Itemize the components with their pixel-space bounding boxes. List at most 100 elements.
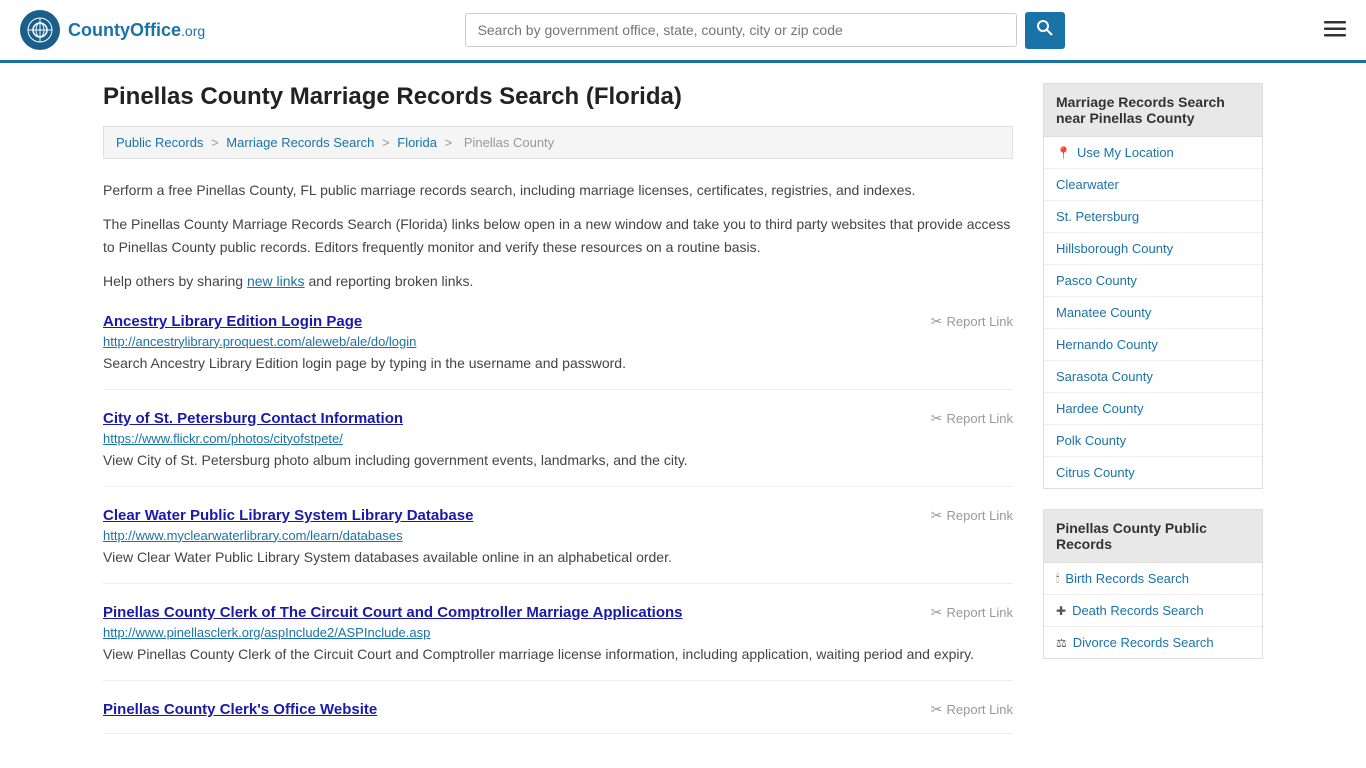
search-button[interactable] bbox=[1025, 12, 1065, 49]
nearby-item: Citrus County bbox=[1044, 457, 1262, 488]
result-item: ✂ Report Link Ancestry Library Edition L… bbox=[103, 313, 1013, 390]
report-link-4[interactable]: ✂ Report Link bbox=[931, 701, 1013, 718]
nearby-section: Marriage Records Search near Pinellas Co… bbox=[1043, 83, 1263, 489]
report-icon-3: ✂ bbox=[931, 604, 943, 621]
nearby-item: Polk County bbox=[1044, 425, 1262, 457]
desc-3-prefix: Help others by sharing bbox=[103, 273, 247, 289]
result-title-4[interactable]: Pinellas County Clerk's Office Website bbox=[103, 701, 377, 718]
result-item: ✂ Report Link Clear Water Public Library… bbox=[103, 507, 1013, 584]
result-title-2[interactable]: Clear Water Public Library System Librar… bbox=[103, 507, 473, 524]
breadcrumb-florida[interactable]: Florida bbox=[397, 135, 437, 150]
nearby-link-4[interactable]: Pasco County bbox=[1056, 273, 1137, 288]
result-desc-3: View Pinellas County Clerk of the Circui… bbox=[103, 644, 1013, 665]
public-record-icon-2: ⚖ bbox=[1056, 636, 1067, 650]
result-desc-0: Search Ancestry Library Edition login pa… bbox=[103, 353, 1013, 374]
nearby-item: Hillsborough County bbox=[1044, 233, 1262, 265]
desc-1: Perform a free Pinellas County, FL publi… bbox=[103, 179, 1013, 201]
nearby-item: Clearwater bbox=[1044, 169, 1262, 201]
logo-county: County bbox=[68, 20, 130, 40]
nearby-link-6[interactable]: Hernando County bbox=[1056, 337, 1158, 352]
result-title-1[interactable]: City of St. Petersburg Contact Informati… bbox=[103, 410, 403, 427]
nearby-item: 📍 Use My Location bbox=[1044, 137, 1262, 169]
nearby-item: Pasco County bbox=[1044, 265, 1262, 297]
desc-2: The Pinellas County Marriage Records Sea… bbox=[103, 213, 1013, 258]
result-desc-2: View Clear Water Public Library System d… bbox=[103, 547, 1013, 568]
nearby-item: Hardee County bbox=[1044, 393, 1262, 425]
nearby-link-10[interactable]: Citrus County bbox=[1056, 465, 1135, 480]
public-records-section: Pinellas County Public Records 🕯 Birth Re… bbox=[1043, 509, 1263, 659]
page-title: Pinellas County Marriage Records Search … bbox=[103, 83, 1013, 111]
public-record-item: 🕯 Birth Records Search bbox=[1044, 563, 1262, 595]
public-record-icon-1: ✚ bbox=[1056, 604, 1066, 618]
breadcrumb: Public Records > Marriage Records Search… bbox=[103, 126, 1013, 159]
use-my-location[interactable]: Use My Location bbox=[1077, 145, 1174, 160]
nearby-item: Hernando County bbox=[1044, 329, 1262, 361]
result-item: ✂ Report Link Pinellas County Clerk of T… bbox=[103, 604, 1013, 681]
nearby-item: Manatee County bbox=[1044, 297, 1262, 329]
public-record-item: ✚ Death Records Search bbox=[1044, 595, 1262, 627]
search-area bbox=[465, 12, 1065, 49]
public-records-list: 🕯 Birth Records Search ✚ Death Records Sear… bbox=[1043, 563, 1263, 659]
result-item: ✂ Report Link Pinellas County Clerk's Of… bbox=[103, 701, 1013, 734]
description: Perform a free Pinellas County, FL publi… bbox=[103, 179, 1013, 293]
breadcrumb-public-records[interactable]: Public Records bbox=[116, 135, 203, 150]
result-item: ✂ Report Link City of St. Petersburg Con… bbox=[103, 410, 1013, 487]
report-link-2[interactable]: ✂ Report Link bbox=[931, 507, 1013, 524]
nearby-link-2[interactable]: St. Petersburg bbox=[1056, 209, 1139, 224]
breadcrumb-sep2: > bbox=[382, 135, 393, 150]
nearby-header: Marriage Records Search near Pinellas Co… bbox=[1043, 83, 1263, 137]
report-label-4: Report Link bbox=[947, 702, 1013, 717]
result-url-0[interactable]: http://ancestrylibrary.proquest.com/alew… bbox=[103, 334, 1013, 349]
logo-icon bbox=[20, 10, 60, 50]
main-wrapper: Pinellas County Marriage Records Search … bbox=[83, 63, 1283, 754]
breadcrumb-sep1: > bbox=[211, 135, 222, 150]
public-record-icon-0: 🕯 bbox=[1056, 571, 1059, 586]
results-list: ✂ Report Link Ancestry Library Edition L… bbox=[103, 313, 1013, 734]
report-label-0: Report Link bbox=[947, 314, 1013, 329]
report-icon-0: ✂ bbox=[931, 313, 943, 330]
public-record-link-0[interactable]: Birth Records Search bbox=[1065, 571, 1189, 586]
menu-button[interactable] bbox=[1324, 17, 1346, 43]
new-links[interactable]: new links bbox=[247, 273, 305, 289]
public-record-link-2[interactable]: Divorce Records Search bbox=[1073, 635, 1214, 650]
nearby-link-1[interactable]: Clearwater bbox=[1056, 177, 1119, 192]
result-title-3[interactable]: Pinellas County Clerk of The Circuit Cou… bbox=[103, 604, 683, 621]
sidebar: Marriage Records Search near Pinellas Co… bbox=[1043, 83, 1263, 734]
report-label-1: Report Link bbox=[947, 411, 1013, 426]
breadcrumb-current: Pinellas County bbox=[464, 135, 554, 150]
nearby-link-7[interactable]: Sarasota County bbox=[1056, 369, 1153, 384]
nearby-link-5[interactable]: Manatee County bbox=[1056, 305, 1151, 320]
search-input[interactable] bbox=[465, 13, 1017, 47]
report-link-3[interactable]: ✂ Report Link bbox=[931, 604, 1013, 621]
desc-3-suffix: and reporting broken links. bbox=[305, 273, 474, 289]
report-link-0[interactable]: ✂ Report Link bbox=[931, 313, 1013, 330]
report-link-1[interactable]: ✂ Report Link bbox=[931, 410, 1013, 427]
content-area: Pinellas County Marriage Records Search … bbox=[103, 83, 1013, 734]
public-record-item: ⚖ Divorce Records Search bbox=[1044, 627, 1262, 658]
location-icon: 📍 bbox=[1056, 146, 1071, 160]
nearby-link-3[interactable]: Hillsborough County bbox=[1056, 241, 1173, 256]
report-label-2: Report Link bbox=[947, 508, 1013, 523]
result-title-0[interactable]: Ancestry Library Edition Login Page bbox=[103, 313, 362, 330]
desc-3: Help others by sharing new links and rep… bbox=[103, 270, 1013, 292]
nearby-link-8[interactable]: Hardee County bbox=[1056, 401, 1143, 416]
nearby-item: Sarasota County bbox=[1044, 361, 1262, 393]
breadcrumb-sep3: > bbox=[445, 135, 456, 150]
breadcrumb-marriage[interactable]: Marriage Records Search bbox=[226, 135, 374, 150]
public-records-header: Pinellas County Public Records bbox=[1043, 509, 1263, 563]
header: CountyOffice.org bbox=[0, 0, 1366, 63]
nearby-list: 📍 Use My Location Clearwater St. Petersburg… bbox=[1043, 137, 1263, 489]
report-label-3: Report Link bbox=[947, 605, 1013, 620]
nearby-link-9[interactable]: Polk County bbox=[1056, 433, 1126, 448]
result-desc-1: View City of St. Petersburg photo album … bbox=[103, 450, 1013, 471]
logo-text: CountyOffice.org bbox=[68, 20, 205, 41]
nearby-item: St. Petersburg bbox=[1044, 201, 1262, 233]
public-record-link-1[interactable]: Death Records Search bbox=[1072, 603, 1204, 618]
report-icon-4: ✂ bbox=[931, 701, 943, 718]
report-icon-2: ✂ bbox=[931, 507, 943, 524]
logo-area: CountyOffice.org bbox=[20, 10, 205, 50]
report-icon-1: ✂ bbox=[931, 410, 943, 427]
result-url-3[interactable]: http://www.pinellasclerk.org/aspInclude2… bbox=[103, 625, 1013, 640]
result-url-1[interactable]: https://www.flickr.com/photos/cityofstpe… bbox=[103, 431, 1013, 446]
result-url-2[interactable]: http://www.myclearwaterlibrary.com/learn… bbox=[103, 528, 1013, 543]
